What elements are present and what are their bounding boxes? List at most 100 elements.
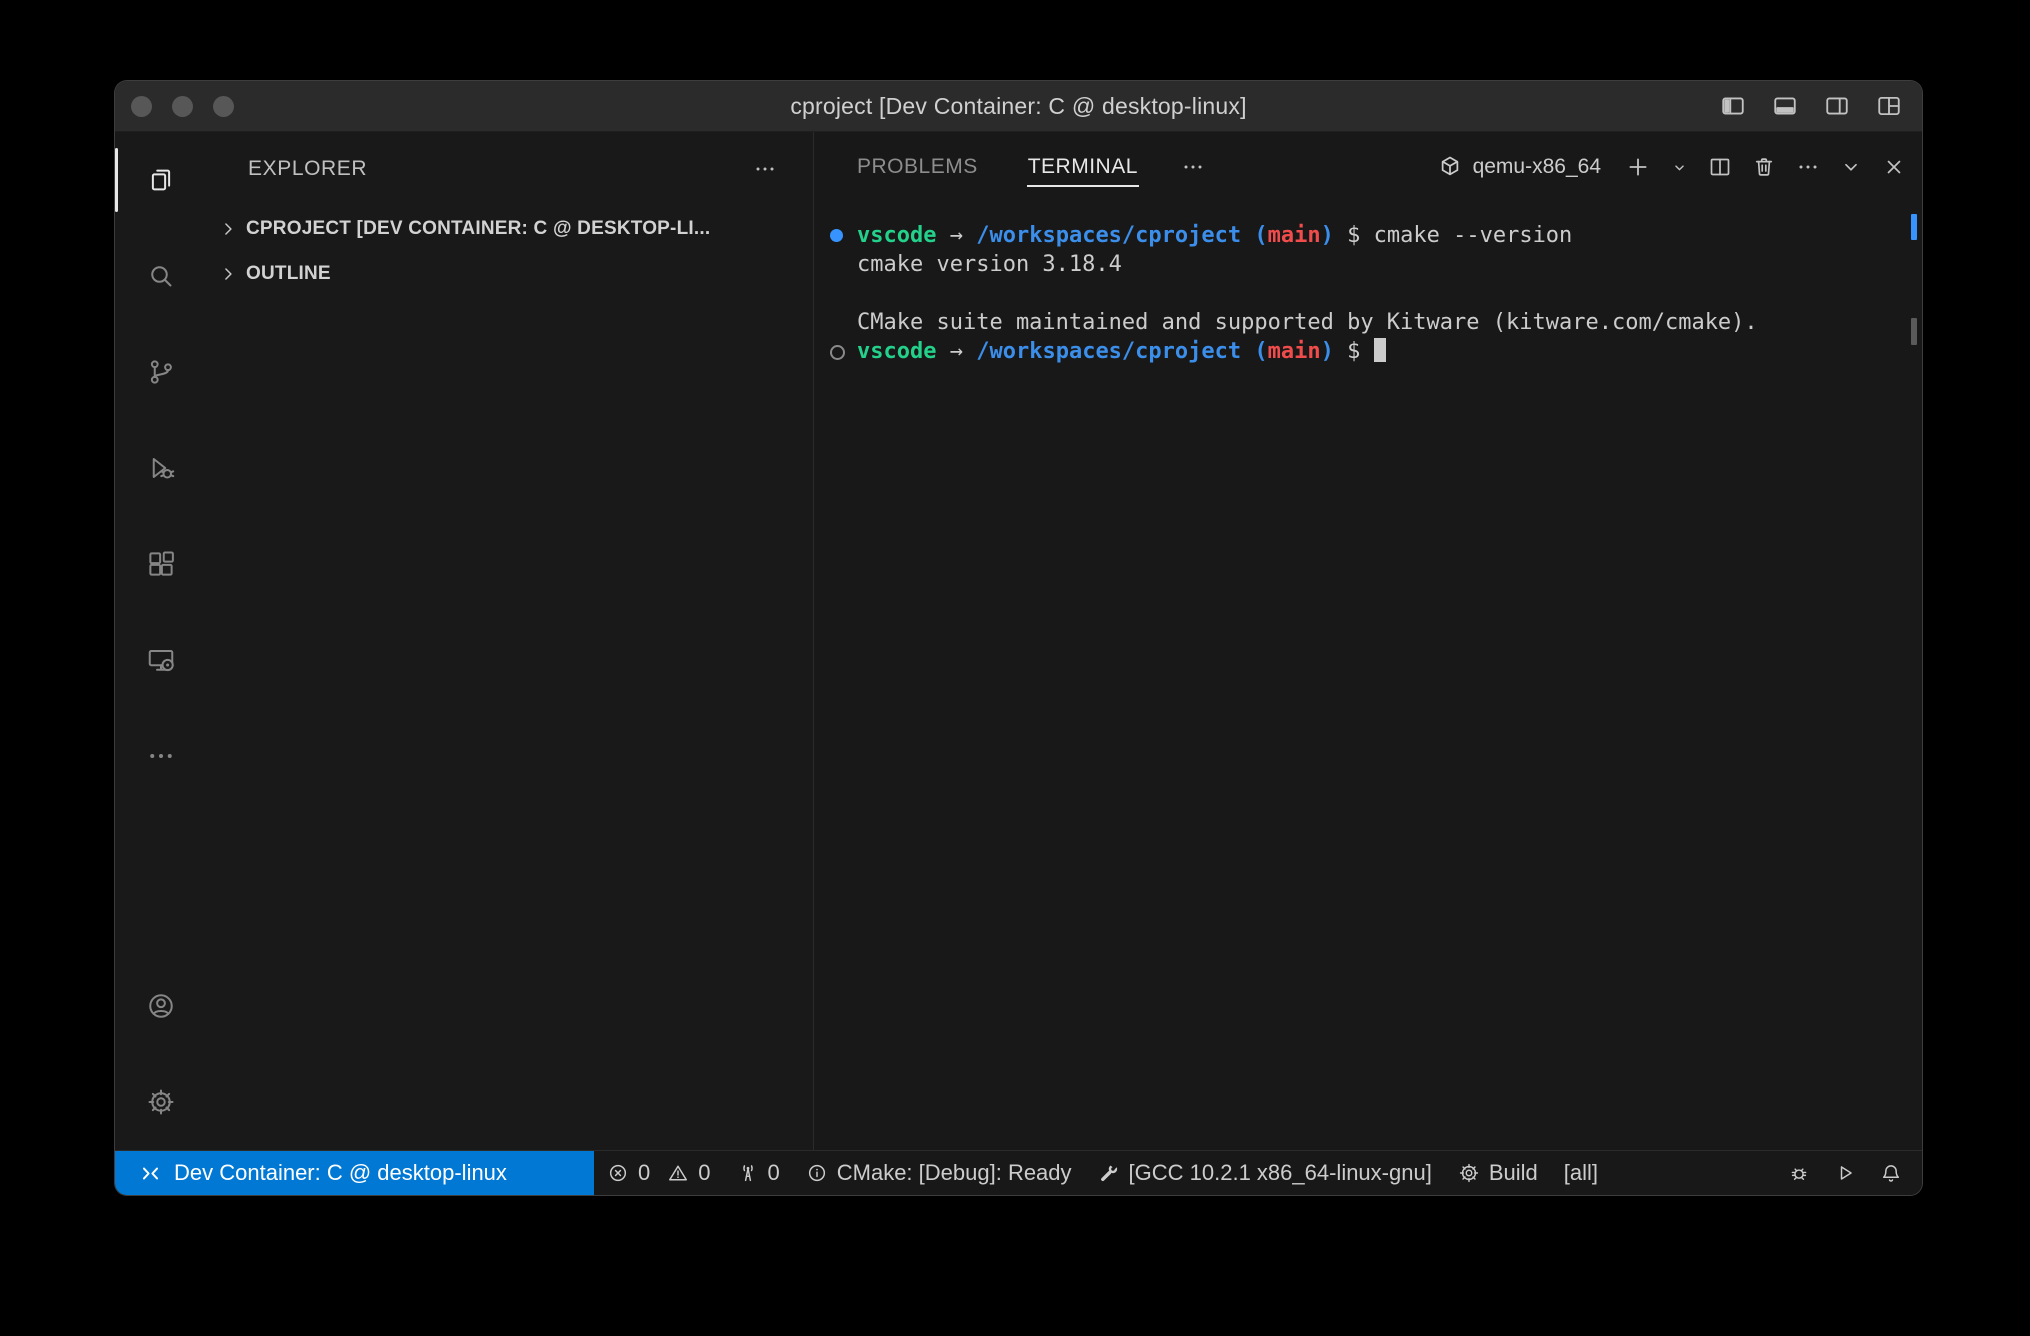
terminal-command-line: vscode → /workspaces/cproject (main) $ c… bbox=[857, 221, 1892, 250]
terminal-picker[interactable]: qemu-x86_64 bbox=[1437, 154, 1601, 180]
branch-name: main bbox=[1268, 339, 1321, 364]
split-terminal-icon[interactable] bbox=[1708, 155, 1732, 179]
remote-explorer-icon bbox=[146, 645, 176, 675]
vscode-window: cproject [Dev Container: C @ desktop-lin… bbox=[115, 81, 1922, 1195]
tab-problems[interactable]: PROBLEMS bbox=[856, 147, 979, 187]
activity-item-settings[interactable] bbox=[115, 1054, 206, 1150]
terminal-output-line: CMake suite maintained and supported by … bbox=[857, 308, 1892, 337]
output-text: cmake version 3.18.4 bbox=[857, 252, 1122, 277]
sidebar-header: EXPLORER bbox=[206, 132, 813, 206]
ports-status[interactable]: 0 bbox=[724, 1151, 793, 1195]
explorer-section-cproject[interactable]: CPROJECT [DEV CONTAINER: C @ DESKTOP-LI.… bbox=[206, 206, 813, 251]
terminal-output[interactable]: vscode → /workspaces/cproject (main) $ c… bbox=[814, 202, 1922, 1150]
search-icon bbox=[146, 261, 176, 291]
activity-item-accounts[interactable] bbox=[115, 958, 206, 1054]
kill-terminal-trash-icon[interactable] bbox=[1752, 155, 1776, 179]
status-bar: Dev Container: C @ desktop-linux 0 0 0 C… bbox=[115, 1150, 1922, 1195]
hide-panel-chevron-down-icon[interactable] bbox=[1840, 156, 1862, 178]
warning-count: 0 bbox=[698, 1160, 710, 1186]
titlebar: cproject [Dev Container: C @ desktop-lin… bbox=[115, 81, 1922, 132]
wrench-icon bbox=[1098, 1162, 1120, 1184]
ellipsis-icon bbox=[146, 741, 176, 771]
activity-item-source-control[interactable] bbox=[115, 324, 206, 420]
extensions-icon bbox=[146, 549, 176, 579]
sidebar-explorer: EXPLORER CPROJECT [DEV CONTAINER: C @ DE… bbox=[206, 132, 814, 1150]
notifications-bell-icon[interactable] bbox=[1868, 1151, 1914, 1195]
branch-paren-open: ( bbox=[1254, 223, 1267, 248]
sidebar-more-actions-icon[interactable] bbox=[753, 157, 777, 181]
prompt-dollar: $ bbox=[1347, 339, 1360, 364]
scrollbar-thumb[interactable] bbox=[1911, 318, 1917, 345]
remote-indicator[interactable]: Dev Container: C @ desktop-linux bbox=[115, 1151, 594, 1195]
terminal-profile-chevron-down-icon[interactable] bbox=[1671, 159, 1688, 176]
prompt-arrow: → bbox=[950, 223, 963, 248]
info-icon bbox=[806, 1162, 828, 1184]
problems-status[interactable]: 0 0 bbox=[594, 1151, 724, 1195]
toggle-sidebar-right-icon[interactable] bbox=[1824, 93, 1850, 119]
remote-icon bbox=[139, 1162, 162, 1185]
build-target[interactable]: [all] bbox=[1551, 1151, 1611, 1195]
traffic-lights bbox=[131, 81, 234, 131]
branch-name: main bbox=[1268, 223, 1321, 248]
minimize-window-button[interactable] bbox=[172, 96, 193, 117]
chevron-right-icon bbox=[218, 264, 238, 284]
customize-layout-icon[interactable] bbox=[1876, 93, 1902, 119]
zoom-window-button[interactable] bbox=[213, 96, 234, 117]
account-icon bbox=[146, 991, 176, 1021]
close-window-button[interactable] bbox=[131, 96, 152, 117]
section-label: OUTLINE bbox=[246, 263, 331, 285]
panel-tabs-more-icon[interactable] bbox=[1181, 155, 1205, 179]
terminal-picker-label: qemu-x86_64 bbox=[1473, 155, 1601, 179]
cmake-status-label: CMake: [Debug]: Ready bbox=[837, 1160, 1072, 1186]
layout-controls bbox=[1720, 81, 1902, 131]
branch-paren-open: ( bbox=[1254, 339, 1267, 364]
cmake-status[interactable]: CMake: [Debug]: Ready bbox=[793, 1151, 1085, 1195]
build-button[interactable]: Build bbox=[1445, 1151, 1551, 1195]
scrollbar-command-decoration bbox=[1911, 214, 1917, 240]
toggle-sidebar-left-icon[interactable] bbox=[1720, 93, 1746, 119]
command-decoration-icon[interactable] bbox=[830, 229, 843, 242]
run-and-debug-icon bbox=[146, 453, 176, 483]
error-icon bbox=[607, 1162, 629, 1184]
tab-terminal[interactable]: TERMINAL bbox=[1027, 147, 1139, 187]
prompt-user: vscode bbox=[857, 339, 936, 364]
debug-bug-icon[interactable] bbox=[1776, 1151, 1822, 1195]
output-text: CMake suite maintained and supported by … bbox=[857, 310, 1758, 335]
explorer-section-outline[interactable]: OUTLINE bbox=[206, 251, 813, 296]
activity-item-search[interactable] bbox=[115, 228, 206, 324]
radio-tower-icon bbox=[737, 1162, 759, 1184]
active-kit[interactable]: [GCC 10.2.1 x86_64-linux-gnu] bbox=[1085, 1151, 1445, 1195]
window-title: cproject [Dev Container: C @ desktop-lin… bbox=[790, 93, 1246, 120]
statusbar-right-group bbox=[1776, 1151, 1922, 1195]
settings-gear-icon bbox=[146, 1087, 176, 1117]
activity-item-more[interactable] bbox=[115, 708, 206, 804]
files-icon bbox=[146, 165, 176, 195]
activity-item-extensions[interactable] bbox=[115, 516, 206, 612]
ports-count: 0 bbox=[768, 1160, 780, 1186]
remote-label: Dev Container: C @ desktop-linux bbox=[174, 1160, 507, 1186]
toggle-panel-bottom-icon[interactable] bbox=[1772, 93, 1798, 119]
activity-item-explorer[interactable] bbox=[115, 132, 206, 228]
panel-more-actions-icon[interactable] bbox=[1796, 155, 1820, 179]
run-play-icon[interactable] bbox=[1822, 1151, 1868, 1195]
bottom-panel: PROBLEMS TERMINAL qemu-x86_64 bbox=[814, 132, 1922, 1150]
terminal-command: cmake --version bbox=[1374, 223, 1573, 248]
prompt-path: /workspaces/cproject bbox=[976, 339, 1241, 364]
activity-item-remote-explorer[interactable] bbox=[115, 612, 206, 708]
terminal-output-line: cmake version 3.18.4 bbox=[857, 250, 1892, 279]
new-terminal-icon[interactable] bbox=[1625, 154, 1651, 180]
branch-paren-close: ) bbox=[1321, 223, 1334, 248]
terminal-prompt-line: vscode → /workspaces/cproject (main) $ bbox=[857, 337, 1892, 366]
prompt-decoration-icon bbox=[830, 345, 845, 360]
main-area: EXPLORER CPROJECT [DEV CONTAINER: C @ DE… bbox=[115, 132, 1922, 1150]
chevron-right-icon bbox=[218, 219, 238, 239]
build-target-label: [all] bbox=[1564, 1160, 1598, 1186]
warning-icon bbox=[667, 1162, 689, 1184]
prompt-dollar: $ bbox=[1347, 223, 1360, 248]
sidebar-title: EXPLORER bbox=[248, 157, 367, 181]
prompt-user: vscode bbox=[857, 223, 936, 248]
close-panel-icon[interactable] bbox=[1882, 155, 1906, 179]
activity-item-run-debug[interactable] bbox=[115, 420, 206, 516]
source-control-icon bbox=[146, 357, 176, 387]
branch-paren-close: ) bbox=[1321, 339, 1334, 364]
